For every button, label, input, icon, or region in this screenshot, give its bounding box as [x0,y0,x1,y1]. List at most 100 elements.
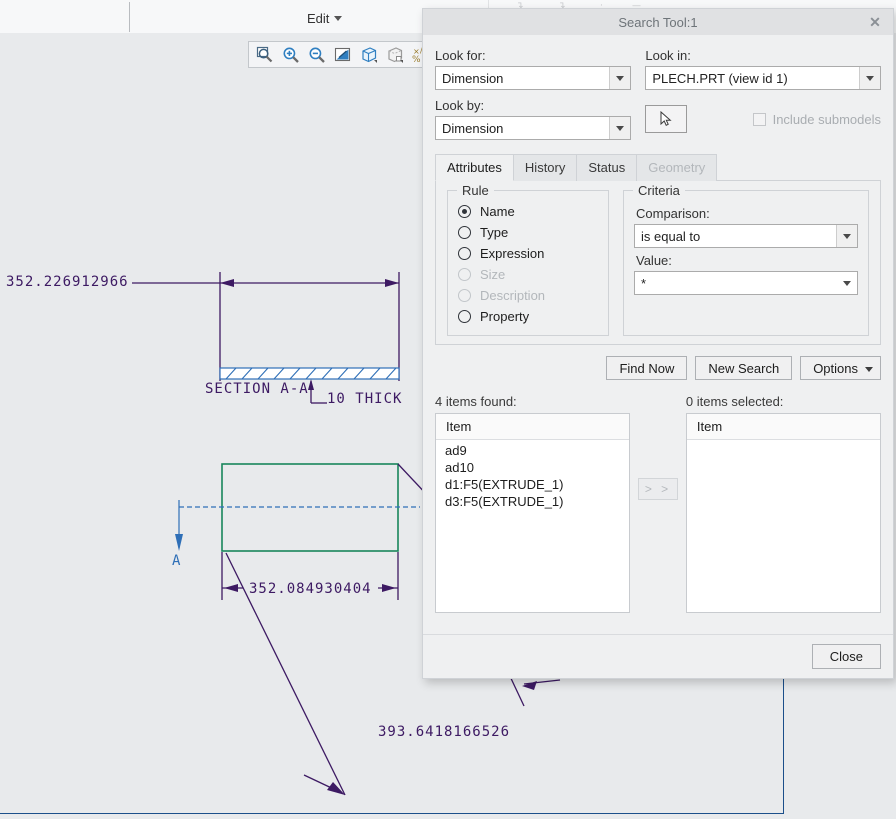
tab-attributes[interactable]: Attributes [435,154,514,181]
radio-property-icon[interactable] [458,310,471,323]
value-combo[interactable]: * [634,271,858,295]
action-buttons-row: Find Now New Search Options [435,356,881,380]
look-by-label: Look by: [435,98,631,113]
tab-history-label: History [525,160,565,175]
close-icon[interactable]: ✕ [865,13,885,31]
radio-name-icon[interactable] [458,205,471,218]
search-tool-dialog[interactable]: Search Tool:1 ✕ Look for: Dimension Look… [422,8,894,679]
radio-size-label: Size [480,267,505,282]
section-label[interactable]: SECTION A-A [205,381,309,397]
found-list-items[interactable]: ad9 ad10 d1:F5(EXTRUDE_1) d3:F5(EXTRUDE_… [436,440,629,510]
chevron-down-icon[interactable] [609,117,630,139]
selected-listbox[interactable]: Item [686,413,881,613]
edit-menu-button[interactable]: Edit [307,11,342,26]
zoom-in-icon[interactable] [278,43,304,67]
list-item[interactable]: ad10 [436,459,629,476]
graphics-toolbar[interactable]: ×/% [248,41,438,68]
dimension-angled[interactable]: 393.6418166526 [378,724,510,740]
zoom-area-icon[interactable] [252,43,278,67]
value-field[interactable]: * [635,276,837,291]
look-for-value: Dimension [436,71,609,86]
items-selected-label: 0 items selected: [686,394,881,409]
close-button-label: Close [830,649,863,664]
selected-column: 0 items selected: Item [686,394,881,613]
dimension-section-width[interactable]: 352.226912966 [6,274,129,290]
find-now-label: Find Now [619,361,674,376]
comparison-value: is equal to [635,229,836,244]
radio-size: Size [458,267,598,282]
display-hidden-line-icon[interactable] [382,43,408,67]
radio-description-label: Description [480,288,545,303]
options-label: Options [813,361,858,376]
edit-menu-label: Edit [307,11,329,26]
radio-type-label: Type [480,225,508,240]
dimension-top-width[interactable]: 352.084930404 [249,581,372,597]
look-in-combo[interactable]: PLECH.PRT (view id 1) [645,66,881,90]
found-list-header: Item [436,414,629,440]
include-submodels-label: Include submodels [773,112,881,127]
find-now-button[interactable]: Find Now [606,356,687,380]
dialog-separator [423,634,893,635]
tab-status[interactable]: Status [576,154,637,181]
chevron-down-icon [334,16,342,21]
radio-name-label: Name [480,204,515,219]
tab-history[interactable]: History [513,154,577,181]
radio-description: Description [458,288,598,303]
chevron-down-icon[interactable] [837,272,857,294]
tab-geometry: Geometry [636,154,717,181]
transfer-right-label: > > [645,482,671,496]
radio-expression[interactable]: Expression [458,246,598,261]
radio-type[interactable]: Type [458,225,598,240]
selected-list-header: Item [687,414,880,440]
checkbox-box[interactable] [753,113,766,126]
look-for-combo[interactable]: Dimension [435,66,631,90]
display-shaded-icon[interactable] [356,43,382,67]
look-for-label: Look for: [435,48,631,63]
radio-property-label: Property [480,309,529,324]
dialog-title-bar[interactable]: Search Tool:1 ✕ [423,9,893,35]
found-column: 4 items found: Item ad9 ad10 d1:F5(EXTRU… [435,394,630,613]
found-listbox[interactable]: Item ad9 ad10 d1:F5(EXTRUDE_1) d3:F5(EXT… [435,413,630,613]
results-row: 4 items found: Item ad9 ad10 d1:F5(EXTRU… [435,394,881,613]
zoom-out-icon[interactable] [304,43,330,67]
chevron-down-icon[interactable] [836,225,857,247]
chevron-down-icon[interactable] [609,67,630,89]
dialog-title: Search Tool:1 [618,15,697,30]
include-submodels-checkbox[interactable]: Include submodels [753,112,881,127]
chevron-down-icon[interactable] [859,67,880,89]
dialog-tabs[interactable]: Attributes History Status Geometry [435,154,881,181]
list-item[interactable]: d1:F5(EXTRUDE_1) [436,476,629,493]
comparison-combo[interactable]: is equal to [634,224,858,248]
svg-text:%: % [412,55,421,65]
look-by-combo[interactable]: Dimension [435,116,631,140]
chevron-down-icon [865,367,873,372]
dialog-footer: Close [812,644,881,669]
cursor-select-icon[interactable] [645,105,687,133]
rule-legend: Rule [457,183,494,198]
close-button[interactable]: Close [812,644,881,669]
list-item[interactable]: ad9 [436,442,629,459]
radio-name[interactable]: Name [458,204,598,219]
tab-attributes-label: Attributes [447,160,502,175]
radio-type-icon[interactable] [458,226,471,239]
look-in-label: Look in: [645,48,881,63]
new-search-button[interactable]: New Search [695,356,792,380]
toolbar-divider [129,2,130,32]
radio-expression-label: Expression [480,246,544,261]
view-arrow-label[interactable]: A [172,553,181,569]
radio-description-icon [458,289,471,302]
attributes-tab-panel: Rule Name Type Expression Size [435,180,881,345]
radio-expression-icon[interactable] [458,247,471,260]
thickness-note[interactable]: 10 THICK [327,391,402,407]
options-button[interactable]: Options [800,356,881,380]
look-by-value: Dimension [436,121,609,136]
radio-size-icon [458,268,471,281]
look-in-value: PLECH.PRT (view id 1) [646,71,859,86]
repaint-icon[interactable] [330,43,356,67]
selected-list-items[interactable] [687,440,880,442]
list-item[interactable]: d3:F5(EXTRUDE_1) [436,493,629,510]
tab-geometry-label: Geometry [648,160,705,175]
radio-property[interactable]: Property [458,309,598,324]
value-label: Value: [636,253,858,268]
transfer-right-button[interactable]: > > [638,478,678,500]
